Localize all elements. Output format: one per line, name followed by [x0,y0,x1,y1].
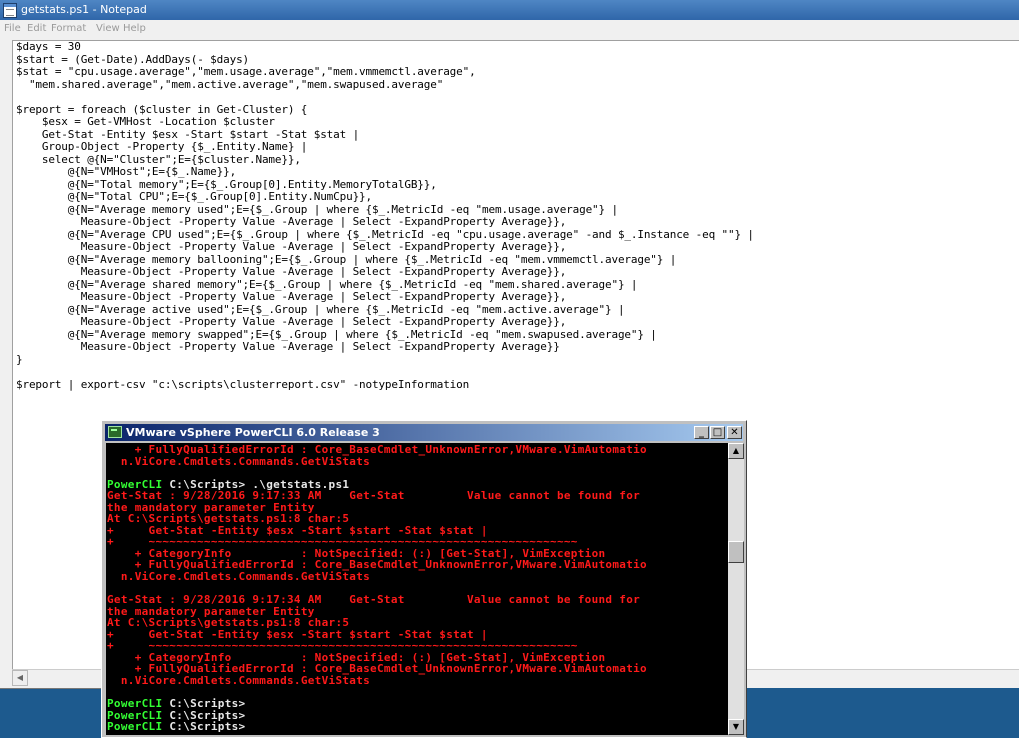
console-output[interactable]: + FullyQualifiedErrorId : Core_BaseCmdle… [106,443,728,735]
maximize-button[interactable]: □ [710,426,725,439]
notepad-menu-bar: File Edit Format View Help [0,20,1019,38]
console-line: n.ViCore.Cmdlets.Commands.GetViStats [107,570,371,584]
menu-help[interactable]: Help [123,20,146,38]
scroll-up-arrow-icon[interactable]: ▲ [728,443,744,459]
minimize-button[interactable]: _ [694,426,709,439]
menu-file[interactable]: File [4,20,21,38]
close-button[interactable]: ✕ [727,426,742,439]
script-content[interactable]: $days = 30 $start = (Get-Date).AddDays(-… [13,41,1019,391]
vertical-scrollbar[interactable]: ▲ ▼ [728,443,744,735]
powercli-title-bar[interactable]: VMware vSphere PowerCLI 6.0 Release 3 _ … [105,424,743,441]
scrollbar-thumb[interactable] [728,541,744,563]
scroll-down-arrow-icon[interactable]: ▼ [728,719,744,735]
menu-edit[interactable]: Edit [27,20,46,38]
notepad-app-icon [3,3,17,18]
powercli-window-title: VMware vSphere PowerCLI 6.0 Release 3 [126,426,380,439]
notepad-title-bar[interactable]: getstats.ps1 - Notepad [0,0,1019,20]
prompt-command: C:\Scripts> [162,720,246,734]
console-line: Get-Stat : 9/28/2016 9:17:34 AM Get-Stat… [107,593,641,607]
scroll-left-arrow-icon[interactable]: ◀ [12,670,28,686]
console-line: + FullyQualifiedErrorId : Core_BaseCmdle… [107,443,647,456]
prompt-label: PowerCLI [107,720,163,734]
console-lines: + FullyQualifiedErrorId : Core_BaseCmdle… [106,443,728,733]
powercli-app-icon [108,426,122,438]
console-line: n.ViCore.Cmdlets.Commands.GetViStats [107,454,371,468]
menu-format[interactable]: Format [51,20,86,38]
desktop-background [747,688,1019,738]
notepad-window-title: getstats.ps1 - Notepad [21,3,147,16]
menu-view[interactable]: View [96,20,120,38]
console-line: n.ViCore.Cmdlets.Commands.GetViStats [107,673,371,687]
console-line: PowerCLI C:\Scripts> [107,721,728,733]
console-line: Get-Stat : 9/28/2016 9:17:33 AM Get-Stat… [107,489,641,503]
powercli-window: VMware vSphere PowerCLI 6.0 Release 3 _ … [101,420,747,738]
